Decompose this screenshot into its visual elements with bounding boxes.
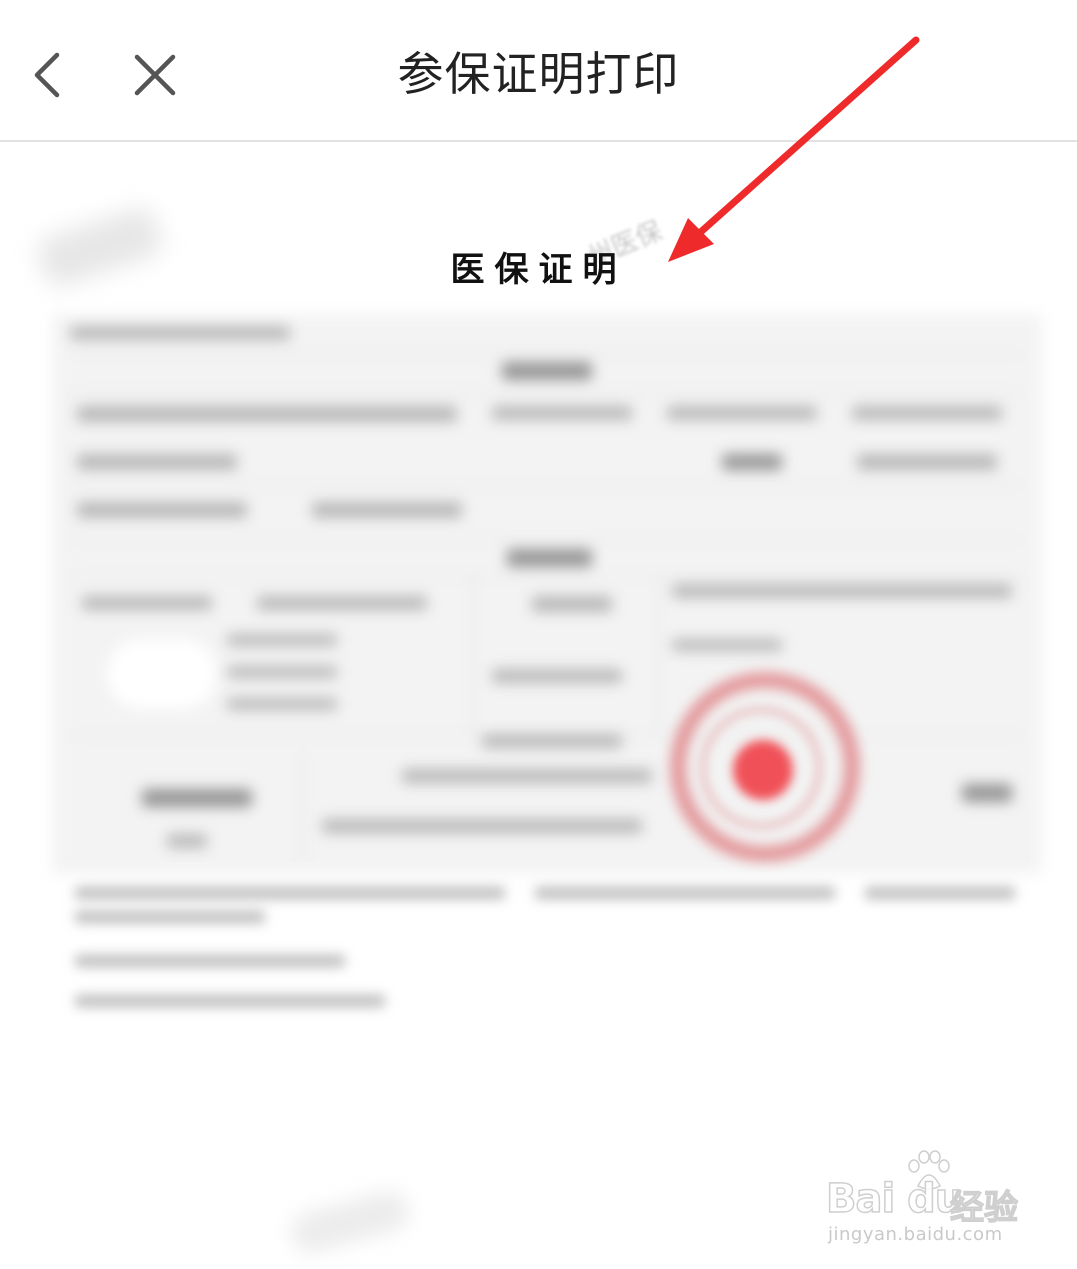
screen: 参保证明打印 医保证明 州医保 Bai du 经验 jingyan.baidu.… — [0, 0, 1077, 1269]
document-title: 医保证明 — [450, 250, 627, 290]
blurred-smudge — [286, 1187, 414, 1257]
baidu-jingyan-watermark: Bai du 经验 jingyan.baidu.com — [825, 1150, 1026, 1250]
top-navigation-bar: 参保证明打印 — [0, 0, 1077, 142]
blurred-notes — [65, 877, 1025, 1027]
blurred-certificate-table — [52, 314, 1042, 874]
page-title: 参保证明打印 — [397, 47, 680, 101]
watermark-url: jingyan.baidu.com — [828, 1224, 1003, 1245]
jingyan-logo-text: 经验 — [949, 1187, 1018, 1228]
official-seal-center — [733, 740, 793, 800]
baidu-logo-text: Bai du — [825, 1175, 964, 1223]
document-preview[interactable]: 医保证明 州医保 — [0, 142, 1077, 1269]
